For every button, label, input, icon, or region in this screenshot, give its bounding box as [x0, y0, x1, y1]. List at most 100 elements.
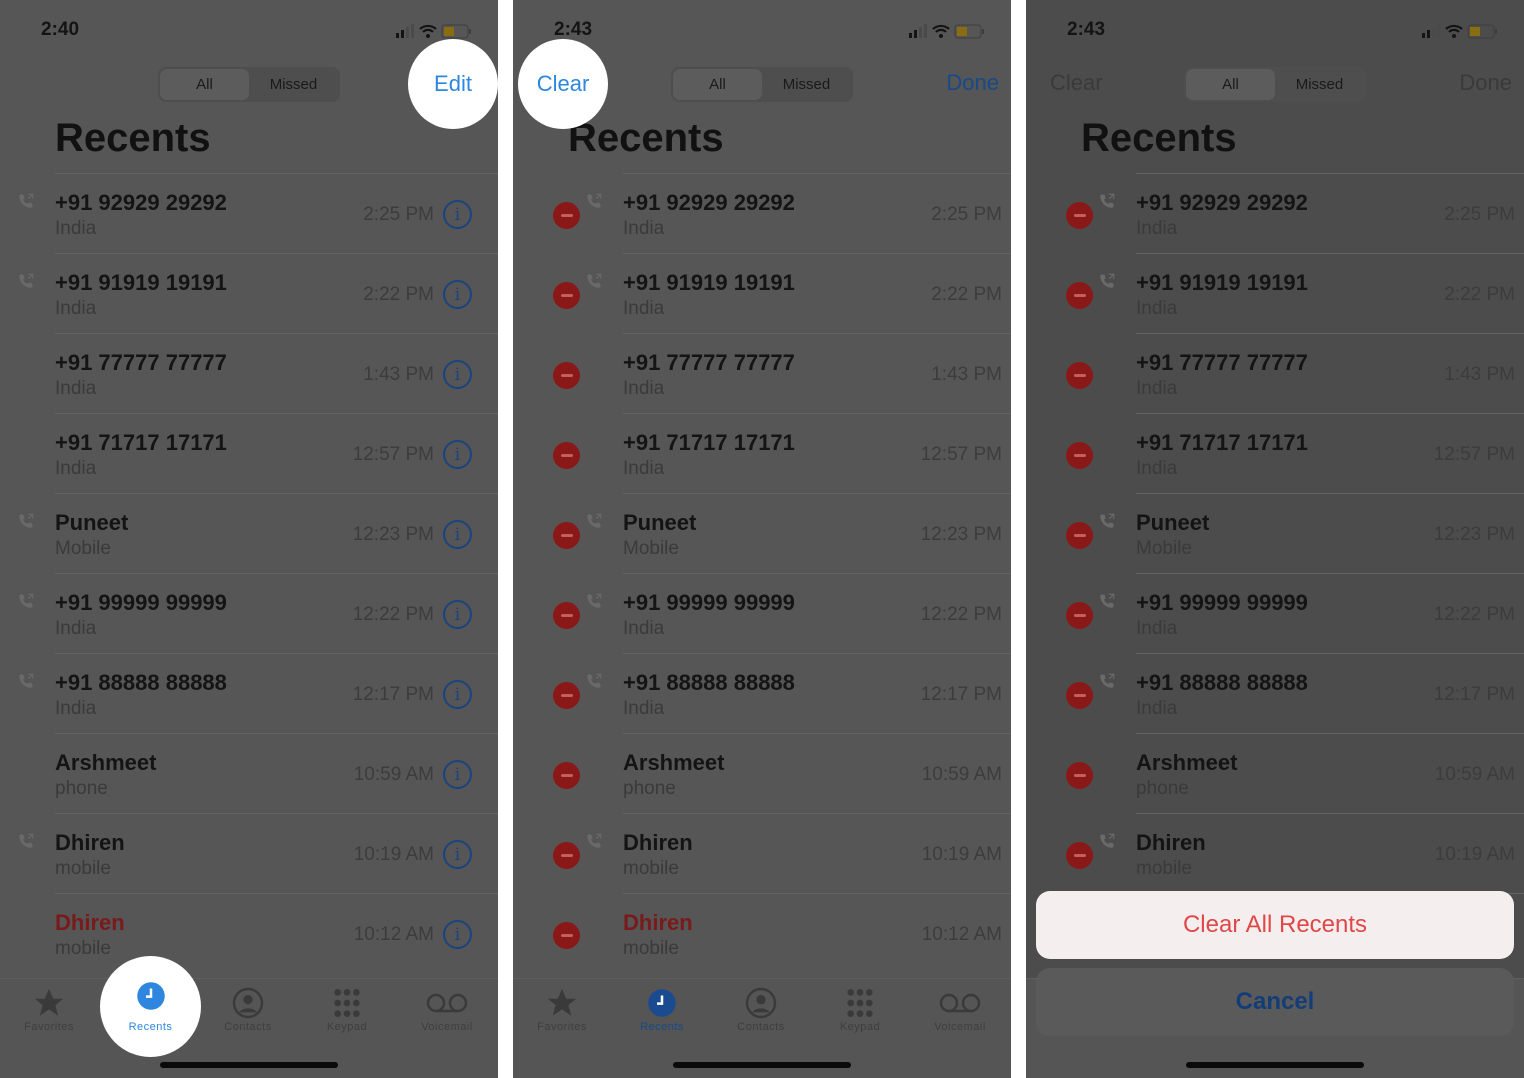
- caller-name: +91 92929 29292: [55, 190, 227, 215]
- call-row[interactable]: +91 92929 29292 India 2:25 PM: [1066, 173, 1524, 253]
- delete-minus-icon[interactable]: [553, 282, 580, 309]
- info-icon[interactable]: i: [443, 840, 472, 869]
- delete-minus-icon[interactable]: [1066, 682, 1093, 709]
- tab-keypad[interactable]: Keypad: [820, 985, 900, 1033]
- call-row[interactable]: +91 99999 99999 India 12:22 PM: [1066, 573, 1524, 653]
- segment-all[interactable]: All: [1186, 69, 1275, 100]
- call-row[interactable]: Dhiren mobile 10:19 AM i: [19, 813, 498, 893]
- call-time: 12:17 PM: [1433, 684, 1515, 705]
- highlight-edit-button[interactable]: Edit: [408, 39, 498, 129]
- call-row[interactable]: Arshmeet phone 10:59 AM: [553, 733, 1011, 813]
- home-indicator[interactable]: [1186, 1062, 1364, 1068]
- info-icon[interactable]: i: [443, 520, 472, 549]
- delete-minus-icon[interactable]: [553, 362, 580, 389]
- highlight-recents-tab[interactable]: Recents: [100, 956, 201, 1057]
- clear-all-recents-button[interactable]: Clear All Recents: [1036, 891, 1514, 959]
- tab-favorites[interactable]: Favorites: [9, 985, 89, 1033]
- call-row[interactable]: +91 91919 19191 India 2:22 PM: [553, 253, 1011, 333]
- phone-screen-1: 2:40 AllMissed Recents Edit +91 92929 29292 I…: [0, 0, 498, 1078]
- delete-minus-icon[interactable]: [1066, 442, 1093, 469]
- delete-minus-icon[interactable]: [1066, 762, 1093, 789]
- done-button[interactable]: Done: [946, 70, 999, 96]
- call-row[interactable]: +91 88888 88888 India 12:17 PM i: [19, 653, 498, 733]
- tab-label: Keypad: [326, 1021, 368, 1033]
- call-time: 12:22 PM: [1433, 604, 1515, 625]
- segment-missed[interactable]: Missed: [1275, 69, 1364, 100]
- info-icon[interactable]: i: [443, 680, 472, 709]
- call-row[interactable]: Puneet Mobile 12:23 PM i: [19, 493, 498, 573]
- call-row[interactable]: Arshmeet phone 10:59 AM i: [55, 733, 498, 813]
- call-row[interactable]: +91 99999 99999 India 12:22 PM: [553, 573, 1011, 653]
- tab-recents[interactable]: Recents: [622, 985, 702, 1033]
- call-time: 2:22 PM: [363, 284, 434, 305]
- delete-minus-icon[interactable]: [553, 522, 580, 549]
- info-icon[interactable]: i: [443, 760, 472, 789]
- call-row[interactable]: +91 92929 29292 India 2:25 PM: [553, 173, 1011, 253]
- call-row[interactable]: +91 91919 19191 India 2:22 PM i: [19, 253, 498, 333]
- call-row[interactable]: +91 91919 19191 India 2:22 PM: [1066, 253, 1524, 333]
- clear-button[interactable]: Clear: [1050, 70, 1103, 96]
- call-row[interactable]: +91 71717 17171 India 12:57 PM: [1066, 413, 1524, 493]
- delete-minus-icon[interactable]: [1066, 842, 1093, 869]
- segment-all[interactable]: All: [160, 69, 249, 100]
- tab-voicemail[interactable]: Voicemail: [407, 985, 487, 1033]
- call-row[interactable]: Dhiren mobile 10:12 AM i: [55, 893, 498, 973]
- delete-minus-icon[interactable]: [1066, 522, 1093, 549]
- tab-favorites[interactable]: Favorites: [522, 985, 602, 1033]
- battery-icon: [441, 24, 471, 39]
- outgoing-call-icon: [17, 512, 35, 530]
- outgoing-call-icon: [17, 592, 35, 610]
- delete-minus-icon[interactable]: [553, 762, 580, 789]
- done-button[interactable]: Done: [1459, 70, 1512, 96]
- call-row[interactable]: Puneet Mobile 12:23 PM: [553, 493, 1011, 573]
- call-row[interactable]: Dhiren mobile 10:12 AM: [553, 893, 1011, 973]
- segmented-control[interactable]: All Missed: [158, 67, 340, 102]
- segment-all[interactable]: All: [673, 69, 762, 100]
- clock-icon: [136, 981, 166, 1017]
- delete-minus-icon[interactable]: [1066, 602, 1093, 629]
- segment-missed[interactable]: Missed: [249, 69, 338, 100]
- cancel-button[interactable]: Cancel: [1036, 968, 1514, 1036]
- tab-keypad[interactable]: Keypad: [307, 985, 387, 1033]
- delete-minus-icon[interactable]: [553, 842, 580, 869]
- call-row[interactable]: +91 71717 17171 India 12:57 PM: [553, 413, 1011, 493]
- call-row[interactable]: +91 92929 29292 India 2:25 PM i: [19, 173, 498, 253]
- tab-label: Contacts: [224, 1021, 272, 1033]
- battery-icon: [954, 24, 984, 39]
- call-row[interactable]: +91 88888 88888 India 12:17 PM: [1066, 653, 1524, 733]
- call-row[interactable]: +91 99999 99999 India 12:22 PM i: [19, 573, 498, 653]
- info-icon[interactable]: i: [443, 920, 472, 949]
- info-icon[interactable]: i: [443, 440, 472, 469]
- call-row[interactable]: Arshmeet phone 10:59 AM: [1066, 733, 1524, 813]
- tab-voicemail[interactable]: Voicemail: [920, 985, 1000, 1033]
- home-indicator[interactable]: [160, 1062, 338, 1068]
- call-row[interactable]: Dhiren mobile 10:19 AM: [1066, 813, 1524, 893]
- tab-contacts[interactable]: Contacts: [208, 985, 288, 1033]
- delete-minus-icon[interactable]: [553, 602, 580, 629]
- call-row[interactable]: Dhiren mobile 10:19 AM: [553, 813, 1011, 893]
- call-row[interactable]: Puneet Mobile 12:23 PM: [1066, 493, 1524, 573]
- delete-minus-icon[interactable]: [553, 202, 580, 229]
- home-indicator[interactable]: [673, 1062, 851, 1068]
- segment-missed[interactable]: Missed: [762, 69, 851, 100]
- call-row[interactable]: +91 77777 77777 India 1:43 PM: [553, 333, 1011, 413]
- call-row[interactable]: +91 77777 77777 India 1:43 PM i: [55, 333, 498, 413]
- info-icon[interactable]: i: [443, 600, 472, 629]
- delete-minus-icon[interactable]: [1066, 282, 1093, 309]
- tab-contacts[interactable]: Contacts: [721, 985, 801, 1033]
- call-row[interactable]: +91 88888 88888 India 12:17 PM: [553, 653, 1011, 733]
- info-icon[interactable]: i: [443, 200, 472, 229]
- segmented-control[interactable]: All Missed: [671, 67, 853, 102]
- delete-minus-icon[interactable]: [1066, 202, 1093, 229]
- info-icon[interactable]: i: [443, 360, 472, 389]
- caller-name: +91 91919 19191: [623, 270, 795, 295]
- delete-minus-icon[interactable]: [553, 682, 580, 709]
- info-icon[interactable]: i: [443, 280, 472, 309]
- delete-minus-icon[interactable]: [553, 922, 580, 949]
- delete-minus-icon[interactable]: [1066, 362, 1093, 389]
- delete-minus-icon[interactable]: [553, 442, 580, 469]
- highlight-clear-button[interactable]: Clear: [518, 39, 608, 129]
- call-row[interactable]: +91 71717 17171 India 12:57 PM i: [55, 413, 498, 493]
- call-row[interactable]: +91 77777 77777 India 1:43 PM: [1066, 333, 1524, 413]
- segmented-control[interactable]: All Missed: [1184, 67, 1366, 102]
